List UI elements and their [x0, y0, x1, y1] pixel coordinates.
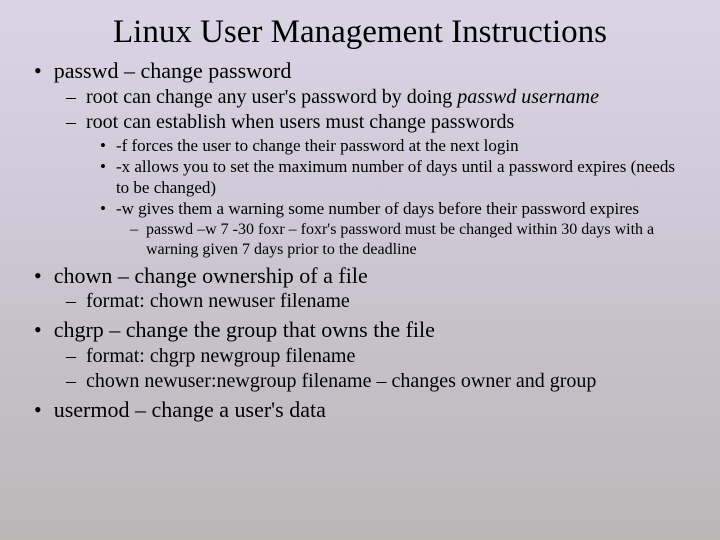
slide-title: Linux User Management Instructions [34, 14, 686, 51]
option-x: • -x allows you to set the maximum number… [100, 156, 686, 199]
text: usermod – change a user's data [54, 396, 686, 424]
text: chgrp – change the group that owns the f… [54, 316, 686, 344]
text: passwd – change password [54, 57, 686, 85]
dash-icon: – [66, 344, 76, 369]
bullet-icon: • [100, 156, 106, 177]
dash-icon: – [130, 220, 138, 240]
text: -w gives them a warning some number of d… [116, 198, 686, 219]
text: format: chgrp newgroup filename [86, 344, 686, 369]
item-chgrp: • chgrp – change the group that owns the … [34, 316, 686, 394]
text: passwd –w 7 -30 foxr – foxr's password m… [146, 220, 686, 260]
item-chown: • chown – change ownership of a file –for… [34, 262, 686, 315]
text: -x allows you to set the maximum number … [116, 156, 686, 199]
text: -f forces the user to change their passw… [116, 135, 686, 156]
dash-icon: – [66, 85, 76, 110]
text: chown newuser:newgroup filename – change… [86, 369, 686, 394]
dash-icon: – [66, 289, 76, 314]
item-passwd: •passwd – change password –root can chan… [34, 57, 686, 260]
subitem: –format: chown newuser filename [66, 289, 686, 314]
text: chown – change ownership of a file [54, 262, 686, 290]
bullet-icon: • [34, 57, 42, 85]
bullet-icon: • [100, 135, 106, 156]
bullet-list: •passwd – change password –root can chan… [34, 57, 686, 423]
slide: Linux User Management Instructions • pass… [0, 0, 720, 423]
subitem: –chown newuser:newgroup filename – chang… [66, 369, 686, 394]
subitem: –root can establish when users must chan… [66, 110, 686, 260]
text: root can establish when users must chang… [86, 110, 686, 135]
dash-icon: – [66, 369, 76, 394]
option-f: • -f forces the user to change their pass… [100, 135, 686, 156]
item-usermod: • usermod – change a user's data [34, 396, 686, 424]
text: root can change any user's password by d… [86, 85, 686, 110]
bullet-icon: • [34, 262, 42, 290]
text: format: chown newuser filename [86, 289, 686, 314]
bullet-icon: • [100, 198, 106, 219]
bullet-icon: • [34, 316, 42, 344]
bullet-icon: • [34, 396, 42, 424]
dash-icon: – [66, 110, 76, 135]
subitem: –format: chgrp newgroup filename [66, 344, 686, 369]
command-example: passwd username [457, 86, 599, 108]
option-w: • -w gives them a warning some number of … [100, 198, 686, 259]
example: –passwd –w 7 -30 foxr – foxr's password … [130, 220, 686, 260]
subitem: –root can change any user's password by … [66, 85, 686, 110]
